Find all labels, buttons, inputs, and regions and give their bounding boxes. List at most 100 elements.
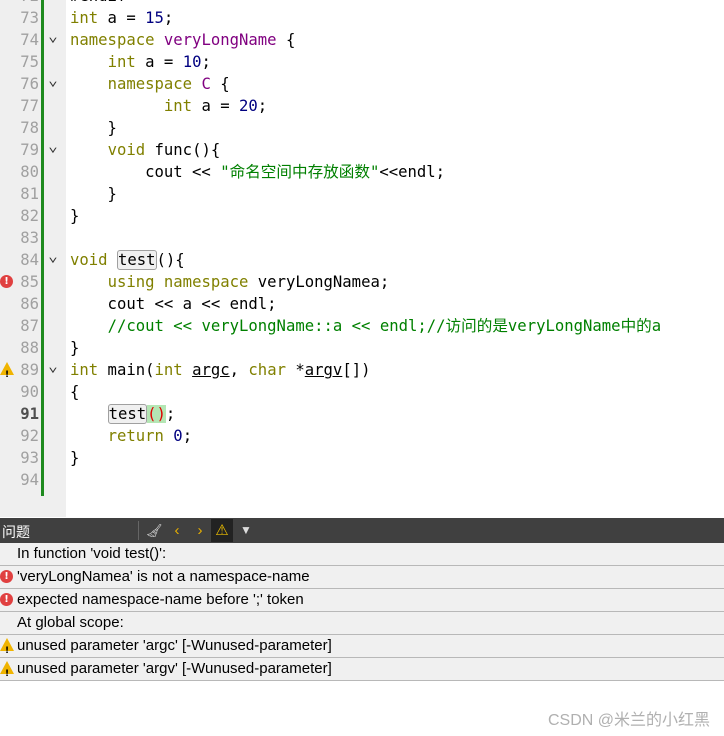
code-text: namespace veryLongName { <box>70 29 295 51</box>
issue-row[interactable]: ! expected namespace-name before ';' toke… <box>0 589 724 612</box>
warning-filter-icon[interactable]: ⚠ <box>211 519 233 542</box>
line-number: 79 <box>20 141 39 159</box>
code-token: return <box>107 427 164 445</box>
code-line[interactable]: 84 ⌄ void test(){ <box>0 246 724 271</box>
fold-chevron-icon[interactable]: ⌄ <box>46 135 60 157</box>
error-icon: ! <box>0 570 13 583</box>
code-line[interactable]: 89 ⌄! int main(int argc, char *argv[]) <box>0 356 724 381</box>
code-token: char <box>248 361 286 379</box>
code-token: 15 <box>145 9 164 27</box>
code-line[interactable]: 72 #endif <box>0 0 724 7</box>
code-token: main( <box>98 361 155 379</box>
code-line[interactable]: 94 <box>0 469 724 491</box>
code-line[interactable]: 88} <box>0 337 724 359</box>
code-editor[interactable]: 72 #endif 73 int a = 15; 74 ⌄ namespace veryLo… <box>0 0 724 517</box>
line-number: 87 <box>20 317 39 335</box>
issue-row[interactable]: ! unused parameter 'argv' [-Wunused-param… <box>0 658 724 681</box>
code-token: } <box>70 185 117 203</box>
code-line[interactable]: 90 { <box>0 381 724 403</box>
code-line[interactable]: 77 int a = 20; <box>0 95 724 117</box>
fold-chevron-icon[interactable]: ⌄ <box>46 25 60 47</box>
error-icon: ! <box>0 275 13 288</box>
issue-row[interactable]: In function 'void test()': <box>0 543 724 566</box>
line-number: 90 <box>20 383 39 401</box>
code-line[interactable]: 78 } <box>0 117 724 139</box>
line-number: 92 <box>20 427 39 445</box>
issues-title: 问题 <box>2 524 30 540</box>
code-text: int a = 20; <box>70 95 267 117</box>
code-text: } <box>70 183 117 205</box>
code-text: } <box>70 117 117 139</box>
code-token: { <box>210 75 230 93</box>
code-line[interactable]: 79 ⌄ void func(){ <box>0 136 724 161</box>
clean-icon[interactable]: 🧹︎ <box>143 519 165 542</box>
code-line[interactable]: 81 } <box>0 183 724 205</box>
issue-row[interactable]: At global scope: <box>0 612 724 635</box>
code-token: #endif <box>70 0 126 5</box>
next-icon[interactable]: › <box>189 519 211 542</box>
fold-chevron-icon[interactable]: ⌄ <box>46 245 60 267</box>
line-number: 82 <box>20 207 39 225</box>
code-text: void test(){ <box>70 249 185 271</box>
line-number: 81 <box>20 185 39 203</box>
code-token: test <box>116 250 157 270</box>
issues-header: 问题 🧹︎ ‹ › ⚠ ▼ <box>0 518 724 543</box>
line-number: 93 <box>20 449 39 467</box>
line-number: 76 <box>20 75 39 93</box>
code-token: a = <box>135 53 183 71</box>
code-line[interactable]: 73 int a = 15; <box>0 7 724 29</box>
code-line[interactable]: 91 test(); <box>0 403 724 425</box>
code-token: ; <box>182 427 193 445</box>
code-text: int a = 10; <box>70 51 211 73</box>
code-token: cout << a << endl; <box>70 295 277 313</box>
code-line[interactable]: 75 int a = 10; <box>0 51 724 73</box>
code-token: } <box>70 119 117 137</box>
filter-icon[interactable]: ▼ <box>235 519 257 542</box>
code-token: namespace <box>70 31 155 49</box>
code-line[interactable]: 74 ⌄ namespace veryLongName { <box>0 26 724 51</box>
code-text: } <box>70 205 79 227</box>
code-line[interactable]: 85! using namespace veryLongNamea; <box>0 271 724 293</box>
issue-row[interactable]: ! 'veryLongNamea' is not a namespace-name <box>0 566 724 589</box>
code-line[interactable]: 93} <box>0 447 724 469</box>
prev-icon[interactable]: ‹ <box>166 519 188 542</box>
watermark: CSDN @米兰的小红黑 <box>547 712 710 729</box>
code-token: func(){ <box>145 141 221 159</box>
code-text: } <box>70 447 79 469</box>
line-number: 73 <box>20 9 39 27</box>
code-line[interactable]: 76 ⌄ namespace C { <box>0 70 724 95</box>
code-token: 20 <box>239 97 258 115</box>
code-token: cout << <box>70 163 221 181</box>
warning-icon: ! <box>0 362 14 380</box>
fold-chevron-icon[interactable]: ⌄ <box>46 355 60 377</box>
fold-chevron-icon[interactable]: ⌄ <box>46 69 60 91</box>
code-text: int a = 15; <box>70 7 173 29</box>
code-token: namespace <box>163 273 249 291</box>
code-token: } <box>70 207 80 225</box>
code-line[interactable]: 82} <box>0 205 724 227</box>
code-text: { <box>70 381 79 403</box>
issue-text: expected namespace-name before ';' token <box>17 591 304 608</box>
code-line[interactable]: 83 <box>0 227 724 249</box>
issue-row[interactable]: ! unused parameter 'argc' [-Wunused-param… <box>0 635 724 658</box>
line-number: 77 <box>20 97 39 115</box>
issue-text: unused parameter 'argv' [-Wunused-parame… <box>17 660 332 677</box>
code-line[interactable]: 80 cout << "命名空间中存放函数"<<endl; <box>0 161 724 183</box>
line-number: 72 <box>0 0 39 7</box>
code-token: int <box>70 9 99 27</box>
code-token: 10 <box>182 53 202 71</box>
code-token: []) <box>342 361 371 379</box>
code-token: } <box>70 339 80 357</box>
code-line[interactable]: 92 return 0; <box>0 425 724 447</box>
code-line[interactable]: 87 //cout << veryLongName::a << endl;//访… <box>0 315 724 337</box>
code-line[interactable]: 86 cout << a << endl; <box>0 293 724 315</box>
